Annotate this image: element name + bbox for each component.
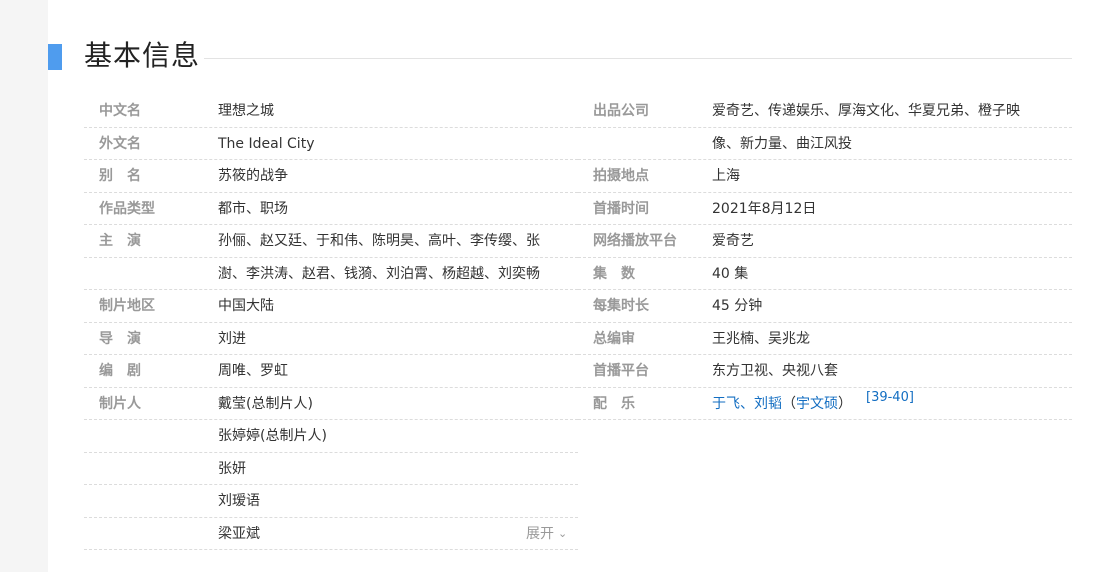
info-row: 拍摄地点 上海 xyxy=(578,160,1072,193)
info-value: 40 集 xyxy=(712,265,749,282)
info-row: 导 演 刘进 xyxy=(84,323,578,355)
info-row: 制片人 戴莹(总制片人) xyxy=(84,388,578,420)
info-label: 主 演 xyxy=(99,233,141,249)
info-value: 理想之城 xyxy=(218,103,274,119)
info-label: 别 名 xyxy=(99,168,141,184)
info-value: 孙俪、赵又廷、于和伟、陈明昊、高叶、李传缨、张 xyxy=(218,233,540,249)
info-row: 首播时间 2021年8月12日 xyxy=(578,193,1072,225)
info-value: 上海 xyxy=(712,168,740,184)
info-label: 网络播放平台 xyxy=(593,233,677,249)
expand-label: 展开 xyxy=(526,525,554,542)
info-value: 苏筱的战争 xyxy=(218,168,288,184)
info-value: 梁亚斌 xyxy=(218,525,260,542)
info-value: The Ideal City xyxy=(218,135,315,152)
composer-link-yuwenshuo[interactable]: 宇文硕 xyxy=(796,396,838,412)
info-row: 每集时长 45 分钟 xyxy=(578,290,1072,323)
info-value: 澍、李洪涛、赵君、钱漪、刘泊霄、杨超越、刘奕畅 xyxy=(218,265,540,282)
paren-open: （ xyxy=(782,395,796,412)
info-row: 像、新力量、曲江风投 xyxy=(578,128,1072,160)
info-row: 作品类型 都市、职场 xyxy=(84,193,578,225)
paren-close: ） xyxy=(838,395,852,412)
separator: 、 xyxy=(740,395,754,412)
info-row: 澍、李洪涛、赵君、钱漪、刘泊霄、杨超越、刘奕畅 xyxy=(84,258,578,290)
info-row: 编 剧 周唯、罗虹 xyxy=(84,355,578,388)
info-row: 网络播放平台 爱奇艺 xyxy=(578,225,1072,258)
info-row: 别 名 苏筱的战争 xyxy=(84,160,578,193)
info-label: 首播时间 xyxy=(593,200,649,217)
music-value: 于飞、刘韬（宇文硕） [39-40] xyxy=(712,388,914,421)
section-heading: 基本信息 xyxy=(84,39,201,72)
info-label: 导 演 xyxy=(99,330,141,347)
info-row: 张婷婷(总制片人) xyxy=(84,420,578,453)
info-label: 外文名 xyxy=(99,135,141,152)
info-label: 中文名 xyxy=(99,103,141,119)
info-value: 中国大陆 xyxy=(218,298,274,314)
reference-link[interactable]: [39-40] xyxy=(866,390,914,405)
info-label: 首播平台 xyxy=(593,363,649,379)
info-label: 制片人 xyxy=(99,395,141,412)
composer-link-liutao[interactable]: 刘韬 xyxy=(754,396,782,412)
basic-info-panel: 基本信息 中文名 理想之城 外文名 The Ideal City 别 名 苏筱的战争 … xyxy=(48,0,1095,572)
info-column-right: 出品公司 爱奇艺、传递娱乐、厚海文化、华夏兄弟、橙子映 像、新力量、曲江风投 拍摄… xyxy=(578,95,1072,420)
info-row: 集 数 40 集 xyxy=(578,258,1072,290)
info-label: 总编审 xyxy=(593,330,635,347)
composer-link-yufei[interactable]: 于飞 xyxy=(712,396,740,412)
info-value: 2021年8月12日 xyxy=(712,200,817,217)
info-value: 像、新力量、曲江风投 xyxy=(712,135,852,152)
info-label: 出品公司 xyxy=(593,103,649,119)
info-value: 都市、职场 xyxy=(218,200,288,217)
info-value: 周唯、罗虹 xyxy=(218,363,288,379)
heading-accent-bar xyxy=(48,44,62,70)
expand-button[interactable]: 展开 ⌄ xyxy=(526,518,567,551)
info-value: 爱奇艺、传递娱乐、厚海文化、华夏兄弟、橙子映 xyxy=(712,103,1020,119)
info-value: 刘进 xyxy=(218,330,246,347)
info-row: 配 乐 于飞、刘韬（宇文硕） [39-40] xyxy=(578,388,1072,421)
info-value: 戴莹(总制片人) xyxy=(218,395,313,412)
info-label: 作品类型 xyxy=(99,200,155,217)
info-row: 张妍 xyxy=(84,453,578,485)
info-value: 王兆楠、吴兆龙 xyxy=(712,330,810,347)
info-value: 爱奇艺 xyxy=(712,233,754,249)
info-row: 梁亚斌 展开 ⌄ xyxy=(84,518,578,551)
info-label: 编 剧 xyxy=(99,363,141,379)
info-label: 集 数 xyxy=(593,265,635,282)
info-row: 主 演 孙俪、赵又廷、于和伟、陈明昊、高叶、李传缨、张 xyxy=(84,225,578,258)
chevron-down-icon: ⌄ xyxy=(558,526,568,540)
info-row: 外文名 The Ideal City xyxy=(84,128,578,160)
heading-divider xyxy=(204,58,1072,59)
info-label: 制片地区 xyxy=(99,298,155,314)
info-row: 中文名 理想之城 xyxy=(84,95,578,128)
info-row: 制片地区 中国大陆 xyxy=(84,290,578,323)
info-row: 总编审 王兆楠、吴兆龙 xyxy=(578,323,1072,355)
info-label: 拍摄地点 xyxy=(593,168,649,184)
info-row: 首播平台 东方卫视、央视八套 xyxy=(578,355,1072,388)
info-value: 刘瑷语 xyxy=(218,493,260,509)
info-row: 刘瑷语 xyxy=(84,485,578,518)
info-column-left: 中文名 理想之城 外文名 The Ideal City 别 名 苏筱的战争 作品类型 都… xyxy=(84,95,578,550)
info-value: 45 分钟 xyxy=(712,298,763,314)
info-row: 出品公司 爱奇艺、传递娱乐、厚海文化、华夏兄弟、橙子映 xyxy=(578,95,1072,128)
info-value: 东方卫视、央视八套 xyxy=(712,363,838,379)
info-value: 张妍 xyxy=(218,460,246,477)
info-label: 配 乐 xyxy=(593,395,635,412)
info-label: 每集时长 xyxy=(593,298,649,314)
info-value: 张婷婷(总制片人) xyxy=(218,428,327,444)
